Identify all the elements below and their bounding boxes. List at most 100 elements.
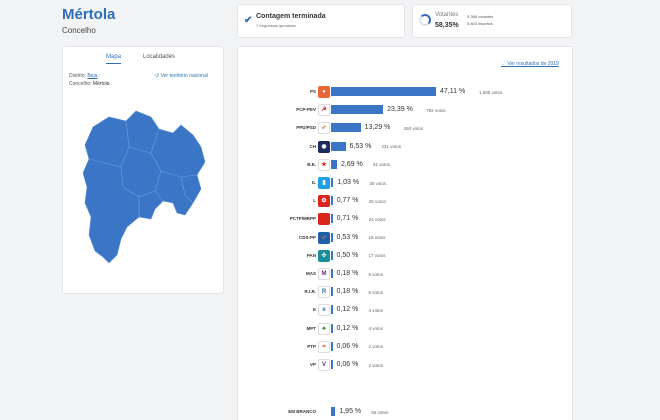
- result-votes: 6 votos: [368, 271, 384, 277]
- result-row: MAS M 0,18 % 6 votos: [238, 267, 574, 281]
- result-row: PCP-PEV ☭ 23,39 % 792 votos: [238, 103, 574, 117]
- arrow-icon: ➶: [318, 231, 330, 244]
- result-percentage: 1,03 %: [337, 179, 360, 186]
- result-percentage: 0,18 %: [336, 288, 359, 296]
- result-percentage: 0,12 %: [336, 324, 359, 332]
- district-label: Distrito:: [69, 73, 86, 79]
- county-map-shape[interactable]: [82, 110, 206, 264]
- result-votes: 91 votos: [372, 162, 390, 168]
- map-tabs: Mapa Localidades: [63, 54, 223, 66]
- party-name: PAN: [306, 252, 316, 258]
- county-line: Concelho: Mértola: [69, 81, 110, 87]
- party-name: PCTP/MRPP: [289, 216, 316, 222]
- result-bar: [331, 341, 333, 351]
- party-name: CH: [309, 143, 317, 149]
- party-name: IL: [312, 180, 316, 185]
- result-row: PPD/PSD ➶ 13,29 % 450 votos: [238, 121, 574, 135]
- hammer-sickle-icon: ☭: [318, 104, 330, 117]
- tab-map[interactable]: Mapa: [106, 54, 122, 64]
- arrow-icon: ➶: [318, 122, 330, 135]
- result-votes: 4 votos: [368, 326, 384, 332]
- result-row: L ✿ 0,77 % 26 votos: [238, 194, 574, 208]
- result-bar: [331, 269, 333, 278]
- result-votes: 17 votos: [368, 253, 386, 259]
- chega-icon: ◉: [318, 140, 330, 153]
- result-row: PAN ✣ 0,50 % 17 votos: [238, 249, 574, 263]
- map-panel: Mapa Localidades Distrito: Beja Concelho…: [62, 46, 224, 294]
- clover-icon: ♣: [318, 322, 330, 335]
- result-votes: 35 votos: [369, 180, 387, 186]
- result-bar: [331, 87, 436, 96]
- party-name: PTP: [307, 343, 316, 349]
- result-bar: [331, 407, 336, 416]
- result-row: IL ▮ 1,03 % 35 votos: [238, 176, 574, 190]
- party-name: PS: [309, 89, 316, 94]
- party-name: L: [313, 198, 316, 204]
- result-percentage: 0,12 %: [336, 306, 359, 314]
- result-bar: [331, 232, 333, 242]
- circle-icon: ●: [318, 86, 330, 98]
- result-bar: [331, 159, 337, 169]
- previous-results-link[interactable]: ← Ver resultados de 2019: [501, 61, 559, 67]
- registered-count: 5.803 inscritos: [467, 21, 493, 26]
- result-row-blank: EM BRANCO 1,95 % 66 votos: [238, 405, 574, 419]
- result-bar: [331, 123, 361, 133]
- result-bar: [331, 105, 384, 115]
- count-status-card: ✔ Contagem terminada 7 freguesias apurad…: [237, 4, 405, 38]
- turnout-ring-icon: [419, 14, 431, 26]
- result-votes: 66 votos: [371, 409, 389, 415]
- result-votes: 221 votos: [381, 144, 402, 150]
- page-subtitle: Concelho: [62, 26, 96, 35]
- result-bar: [331, 360, 333, 369]
- results-panel: ← Ver resultados de 2019 PS ● 47,11 % 1.595…: [237, 46, 573, 420]
- party-name: PPD/PSD: [296, 125, 316, 131]
- result-bar: [331, 323, 333, 333]
- county-label: Concelho:: [69, 81, 92, 87]
- result-votes: 2 votos: [368, 344, 384, 350]
- rir-icon: R: [318, 286, 330, 299]
- ptp-icon: ≈: [318, 340, 330, 353]
- result-bar: [331, 178, 334, 187]
- result-votes: 6 votos: [368, 289, 384, 295]
- page-title: Mértola: [62, 6, 116, 23]
- result-votes: 18 votos: [368, 235, 386, 241]
- status-title: Contagem terminada: [256, 13, 326, 20]
- party-name: PCP-PEV: [296, 107, 316, 113]
- national-link-label: Ver território nacional: [160, 73, 208, 79]
- result-votes: 2 votos: [368, 362, 384, 368]
- party-name: MAS: [306, 271, 316, 276]
- district-link[interactable]: Beja: [87, 73, 97, 79]
- result-percentage: 47,11 %: [440, 88, 466, 95]
- result-votes: 26 votos: [368, 198, 386, 204]
- party-name: E: [312, 307, 316, 313]
- voters-count: 3.386 votantes: [467, 14, 494, 19]
- status-subtitle: 7 freguesias apuradas: [256, 23, 296, 28]
- result-row: CDS-PP ➶ 0,53 % 18 votos: [238, 231, 574, 245]
- national-territory-link[interactable]: ↺ Ver território nacional: [155, 73, 208, 79]
- result-row: PCTP/MRPP ☭ 0,71 % 24 votos: [238, 212, 574, 226]
- county-map[interactable]: [81, 107, 211, 267]
- result-percentage: 0,50 %: [336, 251, 359, 259]
- pan-icon: ✣: [318, 249, 330, 262]
- result-row: VP V 0,06 % 2 votos: [238, 358, 574, 372]
- result-percentage: 2,69 %: [340, 160, 363, 168]
- result-row: Ee 0,12 % 4 votos: [238, 303, 574, 317]
- undo-icon: ↺: [155, 73, 160, 79]
- result-bar: [331, 287, 333, 297]
- result-votes: 792 votos: [426, 107, 446, 113]
- result-percentage: 1,95 %: [339, 408, 362, 415]
- il-icon: ▮: [318, 177, 330, 189]
- tab-localities[interactable]: Localidades: [143, 54, 175, 60]
- voters-card: Votantes 58,35% 3.386 votantes 5.803 ins…: [412, 4, 572, 38]
- check-icon: ✔: [244, 15, 253, 26]
- party-name: CDS-PP: [298, 234, 316, 240]
- result-bar: [331, 250, 333, 260]
- party-name: EM BRANCO: [288, 409, 316, 414]
- county-value: Mértola: [92, 81, 110, 87]
- result-row: PTP ≈0,06 % 2 votos: [238, 340, 574, 354]
- result-percentage: 0,53 %: [336, 233, 359, 241]
- result-percentage: 0,06 %: [336, 361, 359, 368]
- result-bar: [331, 196, 333, 206]
- volt-icon: V: [318, 359, 330, 371]
- result-votes: 1.595 votos: [479, 89, 503, 95]
